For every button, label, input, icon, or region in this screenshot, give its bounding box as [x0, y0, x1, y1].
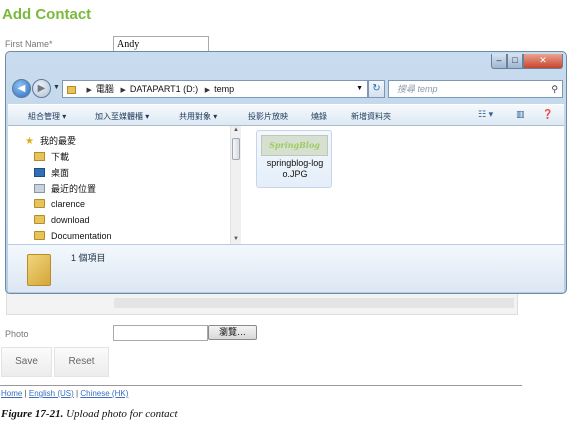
file-thumbnail: SpringBlog — [261, 135, 328, 156]
recent-places-icon — [34, 184, 45, 193]
nav-item-desktop[interactable]: 桌面 — [34, 166, 69, 179]
hidden-form-row — [6, 293, 518, 315]
breadcrumb-drive[interactable]: DATAPART1 (D:) — [130, 84, 198, 94]
history-dropdown-icon[interactable]: ▼ — [53, 84, 60, 91]
file-name-line1: springblog-log — [266, 158, 324, 168]
scrollbar-thumb[interactable] — [232, 138, 240, 160]
footer-links: Home | English (US) | Chinese (HK) — [1, 389, 128, 398]
address-dropdown-icon[interactable]: ▼ — [356, 81, 363, 97]
browse-button[interactable]: 瀏覽… — [208, 325, 257, 340]
footer-link-chinese[interactable]: Chinese (HK) — [80, 389, 128, 398]
search-placeholder: 搜尋 temp — [397, 84, 438, 94]
nav-item-label: 桌面 — [51, 168, 70, 178]
first-name-label: First Name* — [5, 39, 53, 49]
nav-item-label: 下載 — [51, 152, 70, 162]
nav-item-clarence[interactable]: clarence — [34, 199, 85, 209]
divider — [0, 385, 522, 386]
page-title: Add Contact — [2, 6, 92, 23]
share-menu[interactable]: 共用對象 ▾ — [179, 111, 217, 122]
folder-icon — [67, 85, 76, 94]
breadcrumb-temp[interactable]: temp — [214, 84, 234, 94]
close-button[interactable]: ✕ — [523, 54, 563, 69]
search-input[interactable]: 搜尋 temp ⚲ — [388, 80, 563, 98]
search-icon[interactable]: ⚲ — [551, 81, 558, 97]
file-open-dialog: ‒ □ ✕ ◀ ▶ ▼ ▶ 電腦 ▶ DATAPART1 (D:) ▶ temp ▼ … — [5, 51, 567, 294]
reset-button[interactable]: Reset — [54, 347, 109, 377]
file-browser-content: ★ 我的最愛 下載 桌面 最近的位置 clarence download Docu… — [8, 126, 564, 244]
scroll-down-icon[interactable]: ▼ — [233, 236, 239, 242]
file-item[interactable]: SpringBlog springblog-log o.JPG — [256, 130, 332, 188]
add-to-library-menu[interactable]: 加入至媒體櫃 ▾ — [95, 111, 149, 122]
nav-pane-scrollbar[interactable]: ▲ ▼ — [230, 126, 241, 244]
breadcrumb-separator-icon[interactable]: ▶ — [87, 87, 92, 94]
nav-item-label: 我的最愛 — [39, 136, 76, 146]
figure-caption-text: Upload photo for contact — [66, 408, 178, 420]
folder-icon — [34, 199, 45, 208]
view-options-icon[interactable]: ☷ ▾ — [478, 109, 493, 120]
details-pane: 1 個項目 — [8, 244, 564, 292]
organize-label: 組合管理 — [28, 112, 60, 121]
minimize-button[interactable]: ‒ — [491, 54, 507, 69]
new-folder-button[interactable]: 新增資料夾 — [351, 111, 391, 122]
preview-pane-icon[interactable]: ▥ — [516, 109, 525, 120]
back-button[interactable]: ◀ — [12, 79, 31, 98]
folder-icon — [27, 254, 51, 286]
photo-file-field[interactable] — [113, 325, 208, 341]
file-name-line2: o.JPG — [282, 169, 308, 179]
figure-caption: Figure 17-21. Upload photo for contact — [1, 408, 178, 420]
star-icon: ★ — [25, 136, 34, 147]
nav-item-recent-places[interactable]: 最近的位置 — [34, 182, 96, 195]
nav-item-label: download — [51, 215, 90, 225]
nav-item-label: Documentation — [51, 231, 112, 241]
scroll-up-icon[interactable]: ▲ — [233, 127, 239, 133]
navigation-bar: ◀ ▶ ▼ ▶ 電腦 ▶ DATAPART1 (D:) ▶ temp ▼ ↻ 搜尋 t… — [6, 78, 566, 100]
folder-icon — [34, 215, 45, 224]
desktop-icon — [34, 168, 45, 177]
address-bar[interactable]: ▶ 電腦 ▶ DATAPART1 (D:) ▶ temp ▼ — [62, 80, 368, 98]
download-folder-icon — [34, 152, 45, 161]
breadcrumb-separator-icon[interactable]: ▶ — [120, 87, 125, 94]
add-to-library-label: 加入至媒體櫃 — [95, 112, 143, 121]
footer-separator: | — [76, 389, 79, 398]
save-button[interactable]: Save — [1, 347, 52, 377]
breadcrumb-computer[interactable]: 電腦 — [96, 84, 114, 94]
file-name: springblog-log o.JPG — [257, 158, 333, 180]
footer-link-home[interactable]: Home — [1, 389, 22, 398]
nav-item-download[interactable]: download — [34, 215, 90, 225]
burn-button[interactable]: 燒錄 — [311, 111, 327, 122]
page: Add Contact First Name* Andy Photo 瀏覽… S… — [0, 0, 567, 431]
maximize-button[interactable]: □ — [507, 54, 523, 69]
slideshow-button[interactable]: 投影片放映 — [248, 111, 288, 122]
photo-label: Photo — [5, 329, 29, 339]
refresh-icon[interactable]: ↻ — [368, 80, 385, 98]
share-label: 共用對象 — [179, 112, 211, 121]
forward-button[interactable]: ▶ — [32, 79, 51, 98]
organize-menu[interactable]: 組合管理 ▾ — [28, 111, 66, 122]
breadcrumb-separator-icon[interactable]: ▶ — [205, 87, 210, 94]
nav-item-documentation[interactable]: Documentation — [34, 231, 112, 241]
navigation-pane: ★ 我的最愛 下載 桌面 最近的位置 clarence download Docu… — [8, 126, 241, 244]
figure-number: Figure 17-21. — [1, 408, 64, 420]
footer-separator: | — [24, 389, 27, 398]
footer-link-english[interactable]: English (US) — [29, 389, 74, 398]
nav-item-label: clarence — [51, 199, 86, 209]
hidden-field — [114, 298, 514, 308]
help-icon[interactable]: ❓ — [542, 109, 553, 120]
nav-item-favorites[interactable]: ★ 我的最愛 — [25, 134, 76, 147]
nav-item-label: 最近的位置 — [51, 184, 97, 194]
command-toolbar: 組合管理 ▾ 加入至媒體櫃 ▾ 共用對象 ▾ 投影片放映 燒錄 新增資料夾 ☷ … — [8, 104, 564, 126]
folder-icon — [34, 231, 45, 240]
nav-item-downloads[interactable]: 下載 — [34, 150, 69, 163]
item-count: 1 個項目 — [71, 253, 106, 263]
